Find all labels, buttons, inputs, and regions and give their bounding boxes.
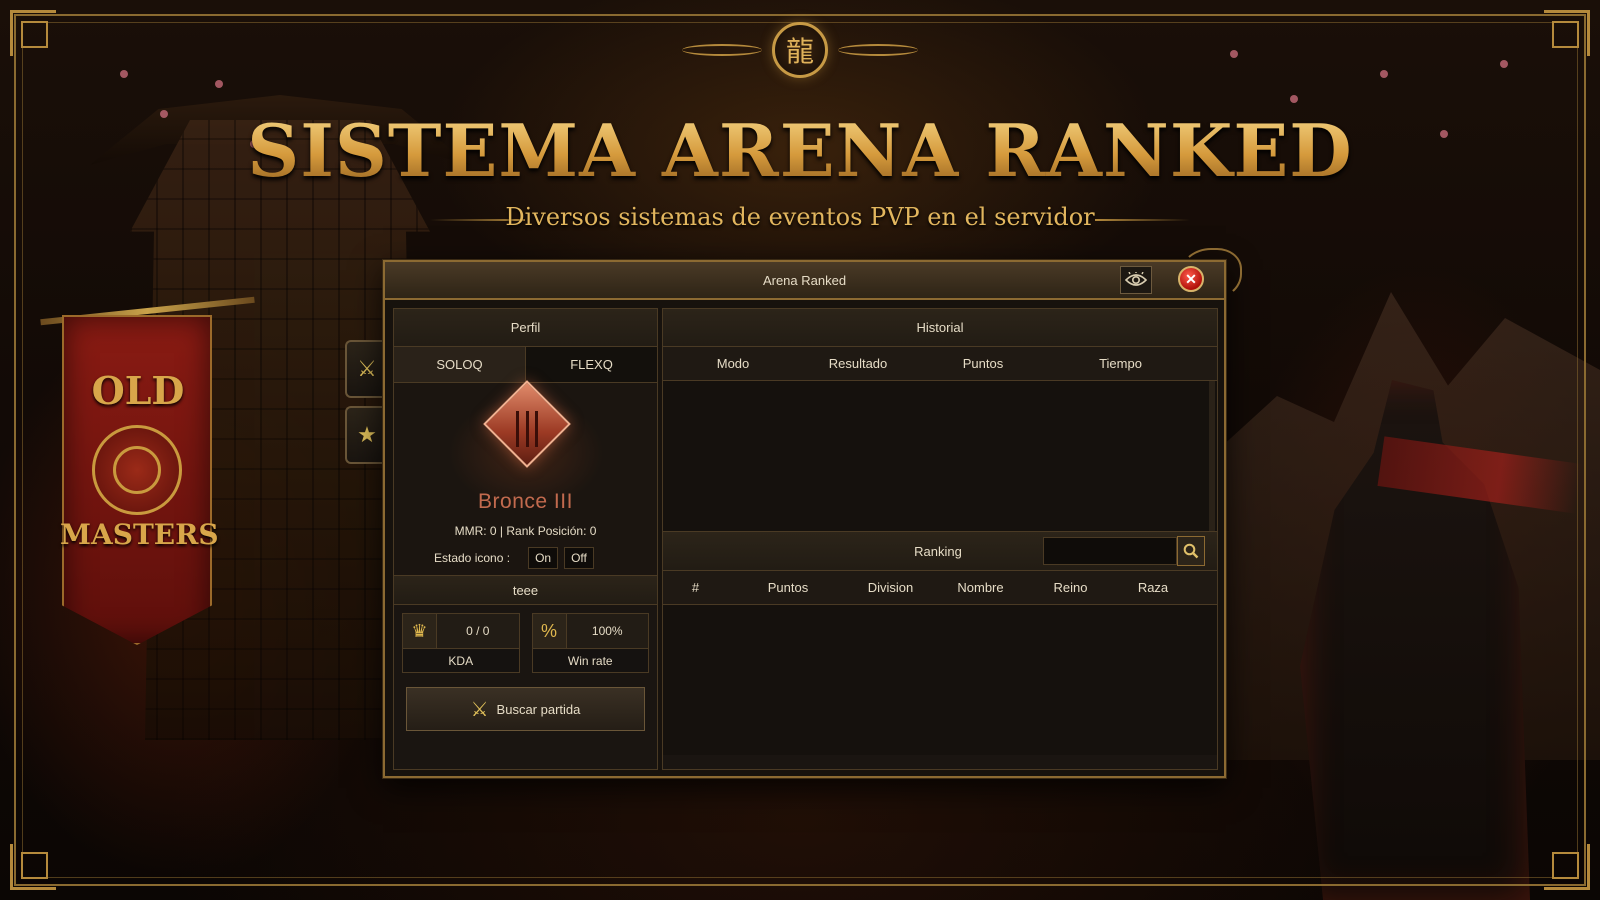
player-name-header: teee: [394, 575, 657, 605]
blossom: [1290, 95, 1298, 103]
tab-flexq-label: FLEXQ: [570, 357, 613, 372]
ranking-search-button[interactable]: [1177, 536, 1205, 566]
history-header-label: Historial: [916, 320, 964, 335]
crossed-swords-icon: ⚔: [470, 698, 489, 721]
profile-header: Perfil: [394, 309, 657, 347]
history-col-time: Tiempo: [1099, 356, 1142, 371]
crest-wing-right: [838, 44, 918, 56]
kda-card: ♛ 0 / 0 KDA: [402, 613, 520, 673]
blossom: [1380, 70, 1388, 78]
arena-ranked-window: Arena Ranked ✕ Perfil SOLOQ FLEXQ Bronce…: [383, 248, 1242, 778]
history-col-points: Puntos: [962, 356, 1004, 371]
profile-header-label: Perfil: [510, 320, 541, 335]
rank-name: Bronce III: [478, 490, 573, 513]
history-columns: Modo Resultado Puntos Tiempo: [663, 347, 1217, 381]
eye-icon: [1125, 272, 1147, 286]
ranking-header: Ranking: [663, 531, 1217, 571]
icon-on-label: On: [535, 551, 552, 565]
queue-tabs: SOLOQ FLEXQ: [394, 347, 657, 383]
search-icon: [1183, 543, 1199, 559]
profile-panel: Perfil SOLOQ FLEXQ Bronce III MMR: 0 | R…: [393, 308, 658, 770]
ranking-col-division: Division: [867, 580, 914, 595]
page-subtitle: Diversos sistemas de eventos PVP en el s…: [505, 203, 1095, 231]
corner-ornament: [10, 10, 56, 56]
window-titlebar[interactable]: Arena Ranked ✕: [385, 248, 1242, 300]
rank-emblem-mark: [516, 411, 538, 447]
banner-text-old: OLD: [91, 368, 185, 413]
ranking-list[interactable]: [663, 605, 1217, 755]
arena-tab-button[interactable]: ⚔: [345, 340, 387, 398]
history-col-mode: Modo: [716, 356, 750, 371]
tab-flexq[interactable]: FLEXQ: [526, 347, 657, 382]
kda-label: KDA: [402, 649, 520, 673]
player-stats: ♛ 0 / 0 KDA % 100% Win rate: [394, 605, 657, 673]
ranking-col-points: Puntos: [767, 580, 809, 595]
icon-off-label: Off: [571, 551, 587, 565]
dragon-crest-icon: 龍: [772, 22, 828, 78]
ranking-header-label: Ranking: [914, 543, 962, 559]
tab-soloq-label: SOLOQ: [436, 357, 483, 372]
history-header: Historial: [663, 309, 1217, 347]
window-title: Arena Ranked: [762, 272, 847, 288]
icon-status-label: Estado icono :: [434, 551, 511, 565]
ranking-col-race: Raza: [1137, 580, 1169, 595]
icon-on-button[interactable]: On: [528, 547, 559, 569]
winrate-label: Win rate: [531, 649, 649, 673]
rank-stats: MMR: 0 | Rank Posición: 0: [454, 524, 597, 538]
blossom: [1230, 50, 1238, 58]
blossom: [120, 70, 128, 78]
crest-wing-left: [682, 44, 762, 56]
banner-text-masters: MASTERS: [60, 518, 219, 551]
ranking-tab-button[interactable]: ★: [345, 406, 387, 464]
crown-icon: ♛: [403, 614, 437, 648]
history-col-result: Resultado: [828, 356, 888, 371]
blossom: [1500, 60, 1508, 68]
winrate-card: % 100% Win rate: [531, 613, 649, 673]
corner-ornament: [10, 844, 56, 890]
close-button[interactable]: ✕: [1178, 266, 1204, 292]
history-list[interactable]: [663, 381, 1217, 531]
blossom: [215, 80, 223, 88]
toggle-view-button[interactable]: [1120, 266, 1152, 294]
history-scrollbar[interactable]: [1209, 381, 1215, 531]
corner-ornament: [1544, 844, 1590, 890]
close-icon: ✕: [1185, 270, 1197, 287]
search-match-button[interactable]: ⚔ Buscar partida: [406, 687, 645, 731]
ranking-columns: # Puntos Division Nombre Reino Raza: [663, 571, 1217, 605]
corner-ornament: [1544, 10, 1590, 56]
percent-icon: %: [532, 614, 567, 648]
ranking-col-realm: Reino: [1053, 580, 1088, 595]
icon-status-row: Estado icono : On Off: [434, 547, 594, 569]
player-name: teee: [512, 582, 539, 598]
search-match-label: Buscar partida: [496, 701, 581, 717]
star-icon: ★: [357, 422, 377, 447]
crossed-swords-icon: ⚔: [357, 356, 377, 381]
kda-value: 0 / 0: [466, 624, 490, 638]
rank-display: Bronce III MMR: 0 | Rank Posición: 0 Est…: [394, 380, 657, 575]
ranking-col-name: Nombre: [957, 580, 1004, 595]
icon-off-button[interactable]: Off: [564, 547, 594, 569]
ranking-col-number: #: [691, 580, 700, 595]
page-title: SISTEMA ARENA RANKED: [0, 108, 1600, 193]
dragon-emblem-icon: [92, 425, 182, 515]
ranking-search-input[interactable]: [1043, 537, 1177, 565]
tab-soloq[interactable]: SOLOQ: [394, 347, 526, 382]
history-ranking-panel: Historial Modo Resultado Puntos Tiempo R…: [662, 308, 1218, 770]
winrate-value: 100%: [591, 624, 623, 638]
